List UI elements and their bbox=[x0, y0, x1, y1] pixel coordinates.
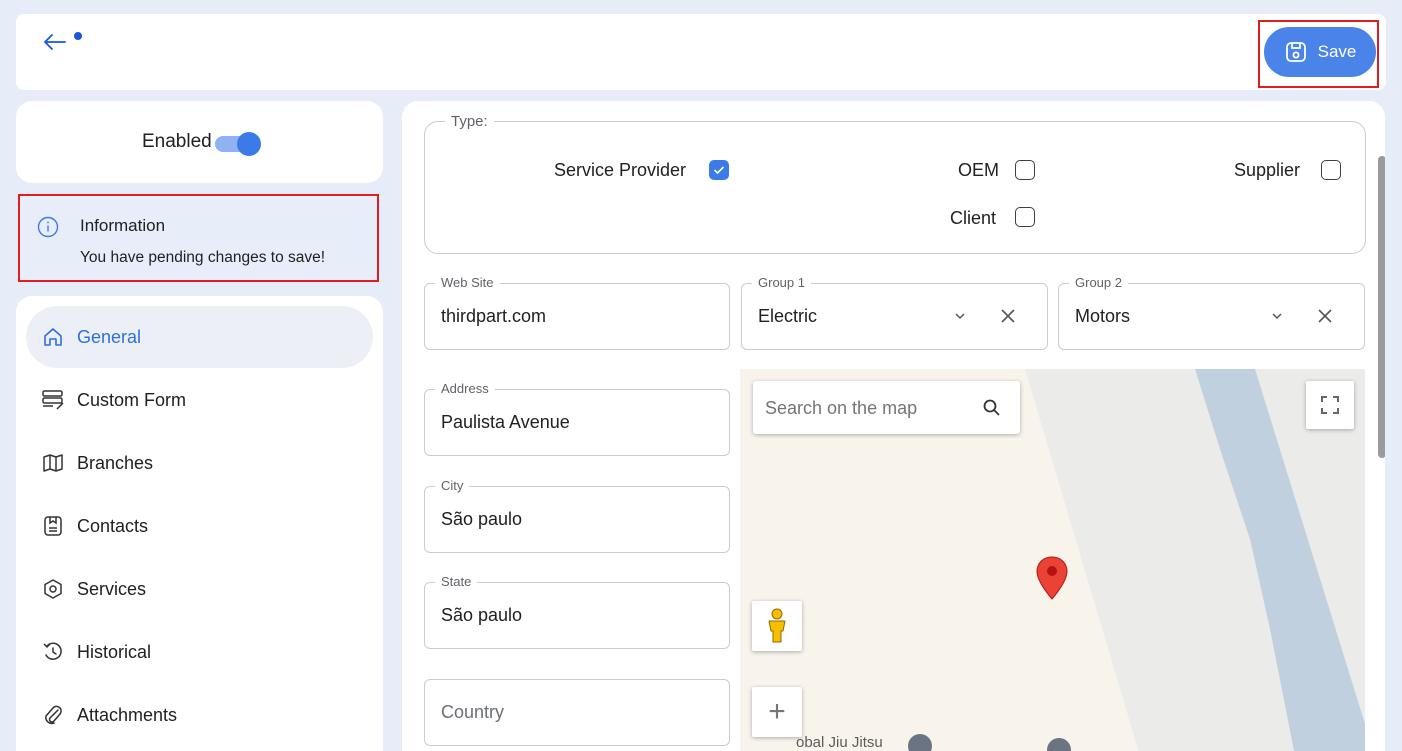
save-label: Save bbox=[1317, 42, 1357, 61]
sidebar-item-label: Contacts bbox=[77, 515, 149, 536]
general-form: Type: Service Provider OEM Supplier Clie… bbox=[402, 101, 1385, 751]
map-view[interactable]: Search on the map + obal Jiu Jitsu bbox=[740, 369, 1365, 751]
zoom-in-button[interactable]: + bbox=[752, 687, 802, 737]
sidebar-item-historical[interactable]: Historical bbox=[26, 621, 373, 683]
top-bar bbox=[16, 14, 1386, 90]
address-value: Paulista Avenue bbox=[441, 412, 570, 432]
history-icon bbox=[41, 640, 65, 664]
group1-label: Group 1 bbox=[752, 275, 811, 290]
sidebar-item-general[interactable]: General bbox=[26, 306, 373, 368]
city-label: City bbox=[435, 478, 470, 493]
clear-group2-icon[interactable] bbox=[1317, 308, 1333, 324]
clear-group1-icon[interactable] bbox=[1000, 308, 1016, 324]
chevron-down-icon[interactable] bbox=[1271, 312, 1283, 320]
sidebar-item-label: Historical bbox=[77, 641, 152, 662]
client-label: Client bbox=[950, 208, 997, 228]
oem-label: OEM bbox=[958, 160, 1000, 180]
supplier-checkbox[interactable] bbox=[1321, 160, 1341, 180]
group2-value: Motors bbox=[1075, 306, 1131, 326]
client-checkbox[interactable] bbox=[1015, 207, 1035, 227]
address-field[interactable]: Address Paulista Avenue bbox=[424, 381, 730, 456]
unsaved-indicator-dot bbox=[74, 32, 82, 40]
enabled-card: Enabled bbox=[16, 101, 383, 183]
save-button[interactable]: Save bbox=[1264, 27, 1376, 77]
sidebar-item-attachments[interactable]: Attachments bbox=[26, 684, 373, 746]
pegman-icon bbox=[768, 608, 786, 643]
contact-book-icon bbox=[41, 514, 65, 538]
group1-value: Electric bbox=[758, 306, 818, 326]
fullscreen-icon bbox=[1321, 396, 1339, 414]
sidebar-item-label: Custom Form bbox=[77, 389, 187, 410]
service-provider-label: Service Provider bbox=[554, 160, 687, 180]
oem-checkbox[interactable] bbox=[1015, 160, 1035, 180]
map-search-box[interactable]: Search on the map bbox=[753, 381, 1020, 434]
arrow-left-icon bbox=[44, 34, 66, 50]
street-view-button[interactable] bbox=[752, 601, 802, 651]
map-poi-label: obal Jiu Jitsu bbox=[796, 734, 883, 751]
supplier-label: Supplier bbox=[1234, 160, 1301, 180]
floppy-disk-icon bbox=[1285, 42, 1306, 62]
notice-message: You have pending changes to save! bbox=[80, 249, 326, 266]
info-icon bbox=[37, 216, 59, 238]
sidebar-item-label: Branches bbox=[77, 452, 154, 473]
address-label: Address bbox=[435, 381, 495, 396]
website-field[interactable]: Web Site thirdpart.com bbox=[424, 275, 730, 350]
scrollbar[interactable] bbox=[1378, 156, 1385, 458]
zoom-in-icon: + bbox=[768, 695, 786, 728]
sidebar-item-branches[interactable]: Branches bbox=[26, 432, 373, 494]
website-value: thirdpart.com bbox=[441, 306, 547, 326]
state-label: State bbox=[435, 574, 478, 589]
state-value: São paulo bbox=[441, 605, 523, 625]
service-provider-checkbox[interactable] bbox=[709, 160, 729, 180]
map-search-placeholder: Search on the map bbox=[765, 398, 918, 418]
form-icon bbox=[41, 388, 65, 412]
city-field[interactable]: City São paulo bbox=[424, 478, 730, 553]
sidebar-item-label: General bbox=[77, 326, 142, 347]
website-label: Web Site bbox=[435, 275, 500, 290]
type-legend: Type: bbox=[445, 113, 494, 130]
fullscreen-button[interactable] bbox=[1306, 381, 1354, 429]
country-field[interactable]: Country bbox=[424, 679, 730, 746]
sidebar-nav: General Custom Form Branches Contacts Se… bbox=[16, 296, 383, 751]
search-icon[interactable] bbox=[982, 398, 1002, 418]
sidebar-item-contacts[interactable]: Contacts bbox=[26, 495, 373, 557]
type-group: Type: Service Provider OEM Supplier Clie… bbox=[424, 113, 1366, 254]
group1-select[interactable]: Group 1 Electric bbox=[741, 275, 1048, 350]
location-pin-icon[interactable] bbox=[1035, 555, 1069, 601]
enabled-label: Enabled bbox=[142, 131, 212, 152]
hexagon-icon bbox=[41, 577, 65, 601]
sidebar-item-custom-form[interactable]: Custom Form bbox=[26, 369, 373, 431]
chevron-down-icon[interactable] bbox=[954, 312, 966, 320]
sidebar-item-label: Attachments bbox=[77, 704, 178, 725]
state-field[interactable]: State São paulo bbox=[424, 574, 730, 649]
map-icon bbox=[41, 451, 65, 475]
city-value: São paulo bbox=[441, 509, 523, 529]
pending-changes-notice: Information You have pending changes to … bbox=[18, 194, 379, 282]
sidebar-item-label: Services bbox=[77, 578, 147, 599]
group2-select[interactable]: Group 2 Motors bbox=[1058, 275, 1365, 350]
poi-marker-icon bbox=[1047, 738, 1071, 751]
group2-label: Group 2 bbox=[1069, 275, 1128, 290]
sidebar-item-services[interactable]: Services bbox=[26, 558, 373, 620]
notice-title: Information bbox=[80, 216, 166, 235]
back-button[interactable] bbox=[34, 22, 74, 58]
home-icon bbox=[41, 325, 65, 349]
poi-marker-icon bbox=[908, 734, 932, 751]
country-placeholder: Country bbox=[441, 702, 505, 722]
paperclip-icon bbox=[41, 703, 65, 727]
check-icon bbox=[713, 166, 725, 175]
